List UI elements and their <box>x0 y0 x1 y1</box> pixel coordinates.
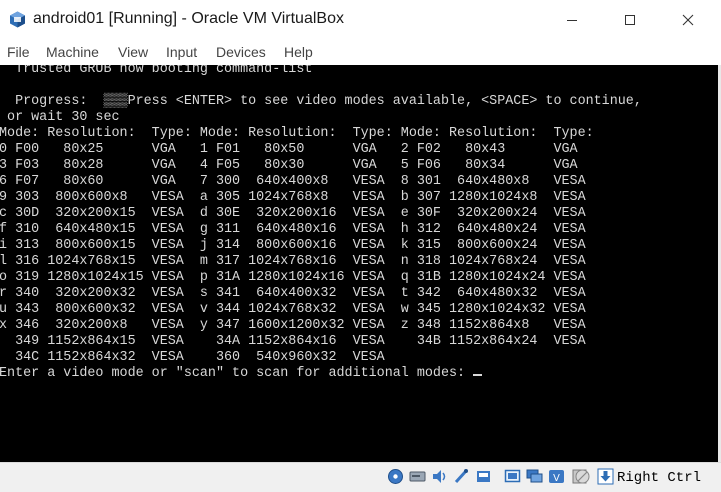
vm-console[interactable]: Trusted GRUB now booting command-list Pr… <box>0 65 721 462</box>
menu-file[interactable]: File <box>7 44 30 60</box>
console-line: f 310 640x480x15 VESA g 311 640x480x16 V… <box>0 222 586 237</box>
window-title: android01 [Running] - Oracle VM VirtualB… <box>33 10 344 27</box>
console-line: i 313 800x600x15 VESA j 314 800x600x16 V… <box>0 238 586 253</box>
console-line: 0 F00 80x25 VGA 1 F01 80x50 VGA 2 F02 80… <box>0 142 578 157</box>
console-line: r 340 320x200x32 VESA s 341 640x400x32 V… <box>0 286 586 301</box>
console-line: 9 303 800x600x8 VESA a 305 1024x768x8 VE… <box>0 190 586 205</box>
usb-icon[interactable] <box>475 468 492 485</box>
console-line: 34C 1152x864x32 VESA 360 540x960x32 VESA <box>0 350 385 365</box>
display-icon[interactable] <box>526 468 543 485</box>
shared-folders-icon[interactable] <box>504 468 521 485</box>
optical-drive-icon[interactable] <box>409 468 426 485</box>
close-button[interactable] <box>665 0 711 40</box>
console-line: l 316 1024x768x15 VESA m 317 1024x768x16… <box>0 254 586 269</box>
console-line: Progress: ▒▒▒Press <ENTER> to see video … <box>0 94 642 109</box>
console-line: o 319 1280x1024x15 VESA p 31A 1280x1024x… <box>0 270 586 285</box>
recording-icon[interactable]: V <box>548 468 565 485</box>
download-arrow-icon[interactable] <box>597 468 614 485</box>
menu-bar: File Machine View Input Devices Help <box>0 40 721 65</box>
status-bar: V Right Ctrl <box>0 462 721 492</box>
menu-help[interactable]: Help <box>284 44 313 60</box>
console-line: u 343 800x600x32 VESA v 344 1024x768x32 … <box>0 302 586 317</box>
console-line: 349 1152x864x15 VESA 34A 1152x864x16 VES… <box>0 334 586 349</box>
console-line: c 30D 320x200x15 VESA d 30E 320x200x16 V… <box>0 206 586 221</box>
console-line: Enter a video mode or "scan" to scan for… <box>0 366 474 381</box>
virtualbox-icon <box>9 11 26 28</box>
menu-view[interactable]: View <box>118 44 148 60</box>
network-icon[interactable] <box>453 468 470 485</box>
svg-text:V: V <box>553 473 560 484</box>
menu-machine[interactable]: Machine <box>46 44 99 60</box>
minimize-button[interactable] <box>549 0 595 40</box>
console-line: x 346 320x200x8 VESA y 347 1600x1200x32 … <box>0 318 586 333</box>
console-line: Mode: Resolution: Type: Mode: Resolution… <box>0 126 594 141</box>
console-text: Trusted GRUB now booting command-list Pr… <box>0 65 642 382</box>
console-line: 6 F07 80x60 VGA 7 300 640x400x8 VESA 8 3… <box>0 174 586 189</box>
audio-icon[interactable] <box>431 468 448 485</box>
host-key-label: Right Ctrl <box>617 470 702 486</box>
mouse-integration-icon[interactable] <box>574 468 591 485</box>
title-bar[interactable]: android01 [Running] - Oracle VM VirtualB… <box>0 0 721 40</box>
menu-devices[interactable]: Devices <box>216 44 266 60</box>
console-line: 3 F03 80x28 VGA 4 F05 80x30 VGA 5 F06 80… <box>0 158 578 173</box>
console-line: or wait 30 sec <box>0 110 120 125</box>
hard-disk-icon[interactable] <box>387 468 404 485</box>
text-cursor <box>473 374 483 376</box>
maximize-button[interactable] <box>607 0 653 40</box>
console-line: Trusted GRUB now booting command-list <box>0 65 313 77</box>
menu-input[interactable]: Input <box>166 44 197 60</box>
